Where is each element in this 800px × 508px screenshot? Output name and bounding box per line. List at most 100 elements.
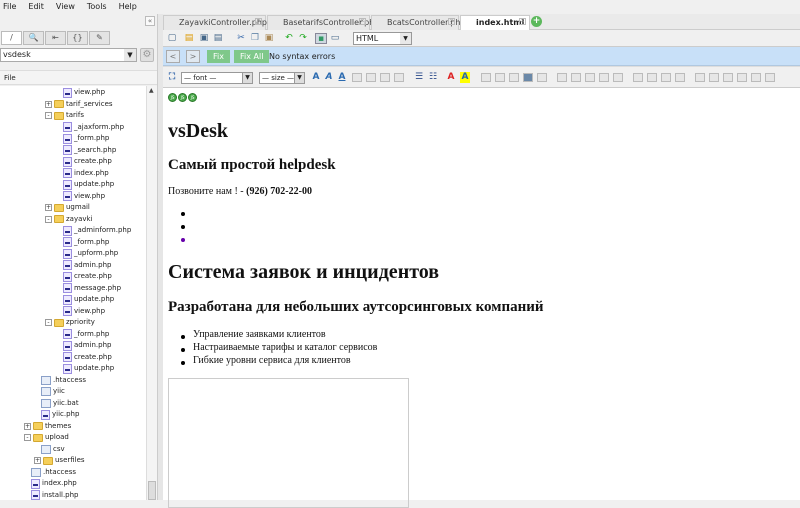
expand-icon[interactable]: + [24, 422, 31, 430]
collapse-icon[interactable]: - [45, 112, 52, 119]
cut-icon[interactable]: ✂ [235, 33, 247, 44]
tree-file[interactable]: view.php [63, 87, 105, 98]
collapse-icon[interactable]: - [24, 434, 31, 441]
tree-file[interactable]: csv [41, 444, 65, 455]
expand-icon[interactable]: + [45, 204, 52, 211]
menu-help[interactable]: Help [119, 0, 142, 14]
tree-file[interactable]: update.php [63, 363, 114, 374]
tab-search[interactable]: 🔍 [23, 31, 44, 45]
insert-row-before-icon[interactable] [571, 73, 581, 82]
fullscreen-icon[interactable]: ⛶ [167, 72, 177, 83]
split-view-icon[interactable]: ▭ [329, 33, 341, 44]
tree-file[interactable]: _upform.php [63, 248, 118, 259]
expand-icon[interactable]: + [34, 457, 41, 464]
table-col-icon[interactable] [723, 73, 733, 82]
tree-file[interactable]: yiic.php [41, 409, 79, 420]
tab-index-html[interactable]: index.html x [460, 15, 530, 30]
gear-icon[interactable]: ⚙ [140, 48, 154, 62]
tree-file[interactable]: admin.php [63, 340, 111, 351]
redo-icon[interactable]: ↷ [297, 33, 309, 44]
tree-scrollbar[interactable]: ▲ [146, 86, 157, 500]
insert-col-before-icon[interactable] [633, 73, 643, 82]
font-select[interactable]: — font — ▼ [181, 72, 253, 84]
table-props-icon[interactable] [537, 73, 547, 82]
text-color-icon[interactable]: A [446, 72, 456, 83]
tree-file[interactable]: .htaccess [31, 467, 76, 478]
fix-all-button[interactable]: Fix All [234, 50, 270, 63]
tree-file[interactable]: update.php [63, 294, 114, 305]
tree-folder[interactable]: - zayavki [45, 214, 93, 225]
tree-file[interactable]: create.php [63, 271, 112, 282]
project-select[interactable]: vsdesk ▼ [0, 48, 137, 62]
tree-folder[interactable]: + tarif_services [45, 99, 113, 110]
tree-file[interactable]: update.php [63, 179, 114, 190]
tree-file[interactable]: install.php [31, 490, 79, 500]
menu-file[interactable]: File [3, 0, 21, 14]
new-file-icon[interactable]: ▢ [166, 33, 178, 44]
tree-folder[interactable]: - tarifs [45, 110, 84, 121]
align-left-icon[interactable] [352, 73, 362, 82]
insert-row-after-icon[interactable] [585, 73, 595, 82]
tree-file[interactable]: _form.php [63, 237, 109, 248]
tree-file[interactable]: index.php [63, 168, 109, 179]
tree-file[interactable]: yiic [41, 386, 65, 397]
copy-icon[interactable]: ❐ [249, 33, 261, 44]
save-icon[interactable]: ▣ [198, 33, 210, 44]
tab-code[interactable]: {} [67, 31, 88, 45]
tree-file[interactable]: _adminform.php [63, 225, 131, 236]
tab-navigate[interactable]: ⇤ [45, 31, 66, 45]
mode-select[interactable]: HTML ▼ [353, 32, 412, 45]
collapse-icon[interactable]: - [45, 215, 52, 223]
design-view[interactable]: JS JS JS vsDesk Самый простой helpdesk П… [163, 88, 800, 508]
italic-icon[interactable]: A [324, 72, 334, 83]
tree-file[interactable]: _form.php [63, 329, 109, 340]
scrollbar-thumb[interactable] [148, 481, 156, 500]
save-all-icon[interactable]: ▤ [212, 33, 224, 44]
close-icon[interactable]: x [519, 18, 526, 25]
align-right-icon[interactable] [380, 73, 390, 82]
table-cell-icon[interactable] [737, 73, 747, 82]
tab-zayavki-controller[interactable]: ZayavkiController.php* x [163, 15, 271, 30]
tree-file[interactable]: _search.php [63, 145, 116, 156]
bold-icon[interactable]: A [311, 72, 321, 83]
add-tab-icon[interactable]: + [531, 16, 542, 27]
table-row-icon[interactable] [709, 73, 719, 82]
tab-edit[interactable]: ✎ [89, 31, 110, 45]
delete-row-icon[interactable] [599, 73, 609, 82]
tree-file[interactable]: message.php [63, 283, 121, 294]
merge-cells-icon[interactable] [675, 73, 685, 82]
open-folder-icon[interactable]: ▤ [183, 33, 195, 44]
tree-file[interactable]: _ajaxform.php [63, 122, 124, 133]
menu-view[interactable]: View [56, 0, 80, 14]
underline-icon[interactable]: A [337, 72, 347, 83]
collapse-icon[interactable]: - [45, 319, 52, 326]
scroll-up-icon[interactable]: ▲ [149, 87, 154, 94]
image-icon[interactable] [495, 73, 505, 82]
tab-files[interactable]: / [1, 31, 22, 45]
tree-folder[interactable]: - upload [24, 432, 69, 443]
split-cells-icon[interactable] [695, 73, 705, 82]
table-delete-icon[interactable] [765, 73, 775, 82]
table-grid-icon[interactable] [751, 73, 761, 82]
collapse-panel-button[interactable]: « [145, 16, 155, 26]
close-icon[interactable]: x [359, 18, 366, 25]
align-center-icon[interactable] [366, 73, 376, 82]
tree-file[interactable]: .htaccess [41, 375, 86, 386]
tree-file[interactable]: index.php [31, 478, 77, 489]
prev-error-button[interactable]: < [166, 50, 180, 63]
tree-folder[interactable]: - zpriority [45, 317, 95, 328]
media-icon[interactable] [509, 73, 519, 82]
close-icon[interactable]: x [448, 18, 455, 25]
link-icon[interactable] [481, 73, 491, 82]
tree-file[interactable]: create.php [63, 156, 112, 167]
tree-file[interactable]: yiic.bat [41, 398, 79, 409]
highlight-color-icon[interactable]: A [460, 72, 470, 83]
design-view-icon[interactable]: ▪ [315, 33, 327, 44]
tab-bcats-controller[interactable]: BcatsController.php x [371, 15, 465, 30]
insert-col-after-icon[interactable] [647, 73, 657, 82]
tree-file[interactable]: view.php [63, 306, 105, 317]
expand-icon[interactable]: + [45, 100, 52, 108]
tree-file[interactable]: create.php [63, 352, 112, 363]
tree-folder[interactable]: + ugmail [45, 202, 90, 213]
tree-file[interactable]: admin.php [63, 260, 111, 271]
